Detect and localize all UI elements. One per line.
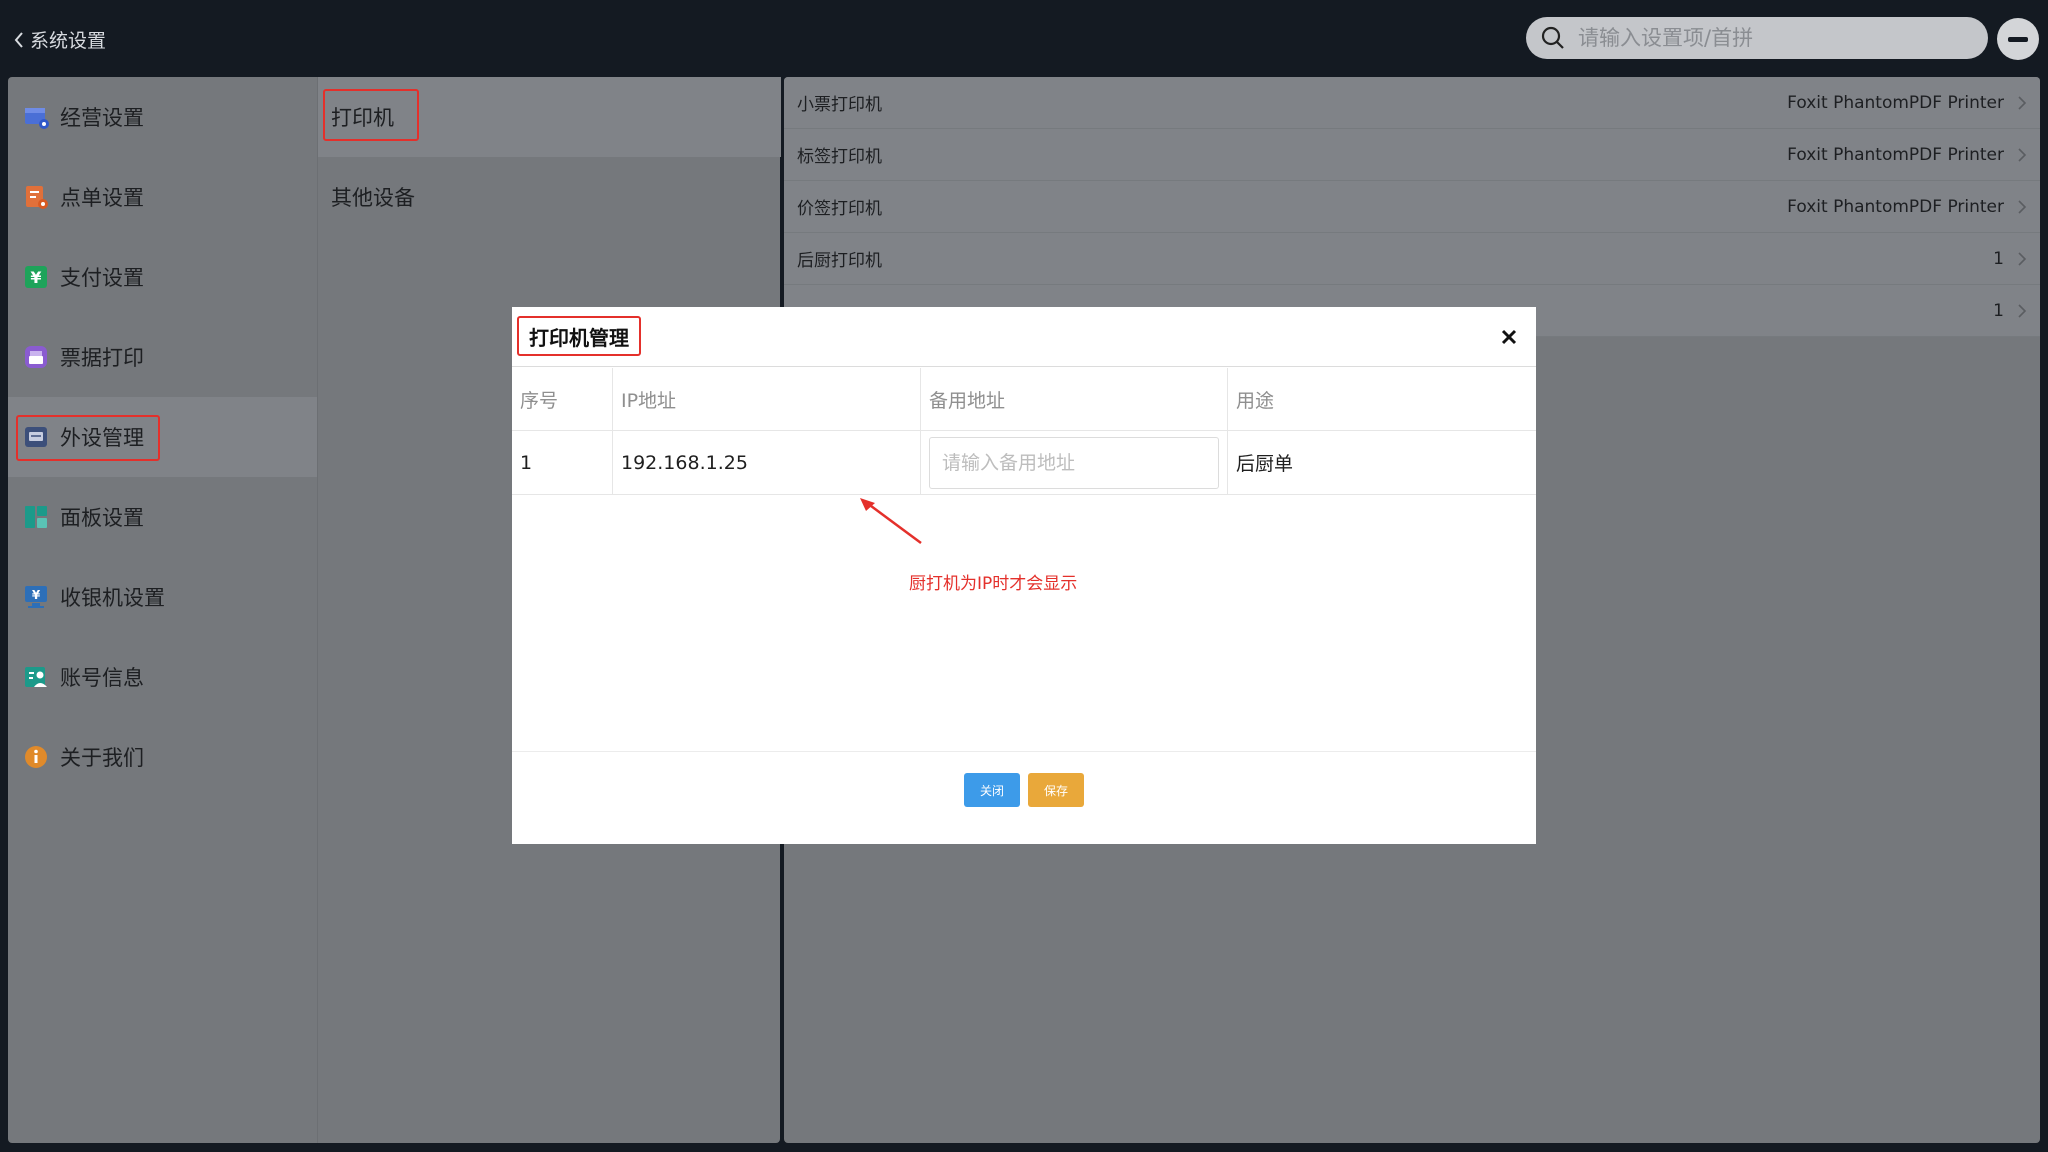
subnav-item-other-devices[interactable]: 其他设备 <box>318 157 781 237</box>
sidebar-item-about[interactable]: 关于我们 <box>8 717 317 797</box>
settings-row-label: 价签打印机 <box>797 199 882 219</box>
table-header: 序号 IP地址 备用地址 用途 <box>512 368 1536 431</box>
sidebar-item-label: 收银机设置 <box>60 586 165 610</box>
info-icon <box>22 743 50 771</box>
settings-row-value: 1 <box>1993 248 2004 269</box>
sidebar-item-label: 关于我们 <box>60 746 144 770</box>
sidebar-item-payment[interactable]: ¥ 支付设置 <box>8 237 317 317</box>
chevron-right-icon <box>2018 147 2027 162</box>
dialog-title: 打印机管理 <box>517 316 641 356</box>
sidebar: 经营设置 点单设置 ¥ 支付设置 票据打印 外设管理 面板设置 ¥ 收银机设置 … <box>8 77 317 1143</box>
sidebar-item-cashier[interactable]: ¥ 收银机设置 <box>8 557 317 637</box>
settings-row-value: Foxit PhantomPDF Printer <box>1787 92 2004 113</box>
sidebar-item-label: 经营设置 <box>60 106 144 130</box>
chevron-right-icon <box>2018 199 2027 214</box>
order-settings-icon <box>22 183 50 211</box>
settings-row-value: 1 <box>1993 300 2004 321</box>
sidebar-item-account[interactable]: 账号信息 <box>8 637 317 717</box>
sidebar-item-order[interactable]: 点单设置 <box>8 157 317 237</box>
column-header-purpose: 用途 <box>1227 368 1536 430</box>
settings-row-value: Foxit PhantomPDF Printer <box>1787 144 2004 165</box>
svg-text:¥: ¥ <box>32 588 41 602</box>
search-icon <box>1541 26 1564 49</box>
printer-management-dialog: 打印机管理 序号 IP地址 备用地址 用途 1 192.168.1.25 后厨单… <box>512 307 1536 844</box>
close-icon[interactable] <box>1495 323 1523 351</box>
peripheral-icon <box>22 423 50 451</box>
subnav-item-label: 其他设备 <box>331 186 415 210</box>
minimize-button[interactable] <box>1997 18 2039 60</box>
row-purpose: 后厨单 <box>1227 431 1536 494</box>
dialog-header: 打印机管理 <box>512 307 1536 367</box>
sidebar-item-label: 外设管理 <box>60 426 144 450</box>
settings-row-label-printer[interactable]: 标签打印机 Foxit PhantomPDF Printer <box>784 129 2040 181</box>
annotation-note: 厨打机为IP时才会显示 <box>909 574 1078 594</box>
minus-icon <box>2008 36 2028 42</box>
sidebar-item-peripheral[interactable]: 外设管理 <box>8 397 317 477</box>
settings-row-kitchen-printer[interactable]: 后厨打印机 1 <box>784 233 2040 285</box>
column-header-backup-address: 备用地址 <box>920 368 1227 430</box>
settings-row-label: 小票打印机 <box>797 95 882 115</box>
save-button[interactable]: 保存 <box>1028 773 1084 807</box>
payment-yuan-icon: ¥ <box>22 263 50 291</box>
divider <box>512 751 1536 752</box>
settings-row-value: Foxit PhantomPDF Printer <box>1787 196 2004 217</box>
sidebar-item-panel[interactable]: 面板设置 <box>8 477 317 557</box>
backup-address-cell <box>920 431 1227 494</box>
subnav-item-printer[interactable]: 打印机 <box>318 77 781 157</box>
store-settings-icon <box>22 103 50 131</box>
sidebar-item-business[interactable]: 经营设置 <box>8 77 317 157</box>
chevron-right-icon <box>2018 303 2027 318</box>
receipt-print-icon <box>22 343 50 371</box>
sidebar-item-label: 账号信息 <box>60 666 144 690</box>
chevron-right-icon <box>2018 95 2027 110</box>
chevron-right-icon <box>2018 251 2027 266</box>
column-header-ip: IP地址 <box>612 368 920 430</box>
cashier-monitor-icon: ¥ <box>22 583 50 611</box>
settings-row-label: 后厨打印机 <box>797 251 882 271</box>
sidebar-item-label: 票据打印 <box>60 346 144 370</box>
chevron-left-icon <box>14 31 23 48</box>
sidebar-item-label: 面板设置 <box>60 506 144 530</box>
svg-text:¥: ¥ <box>30 268 41 287</box>
account-info-icon <box>22 663 50 691</box>
column-header-index: 序号 <box>520 389 559 412</box>
sidebar-item-receipt-print[interactable]: 票据打印 <box>8 317 317 397</box>
row-ip-address: 192.168.1.25 <box>612 431 920 494</box>
back-label: 系统设置 <box>30 30 107 52</box>
sidebar-item-label: 点单设置 <box>60 186 144 210</box>
sidebar-item-label: 支付设置 <box>60 266 144 290</box>
settings-row-price-tag-printer[interactable]: 价签打印机 Foxit PhantomPDF Printer <box>784 181 2040 233</box>
settings-list: 小票打印机 Foxit PhantomPDF Printer 标签打印机 Fox… <box>784 77 2040 337</box>
panel-layout-icon <box>22 503 50 531</box>
settings-row-label: 标签打印机 <box>797 147 882 167</box>
row-index: 1 <box>520 451 533 474</box>
subnav-item-label: 打印机 <box>331 106 394 130</box>
top-bar: 系统设置 <box>0 0 2048 76</box>
annotation-arrow-icon <box>860 498 922 545</box>
table-row: 1 192.168.1.25 后厨单 <box>512 431 1536 495</box>
settings-search[interactable] <box>1526 17 1988 59</box>
backup-address-input[interactable] <box>929 436 1219 489</box>
search-input[interactable] <box>1578 26 1958 50</box>
settings-row-receipt-printer[interactable]: 小票打印机 Foxit PhantomPDF Printer <box>784 77 2040 129</box>
close-button[interactable]: 关闭 <box>964 773 1020 807</box>
back-button[interactable]: 系统设置 <box>12 26 106 53</box>
